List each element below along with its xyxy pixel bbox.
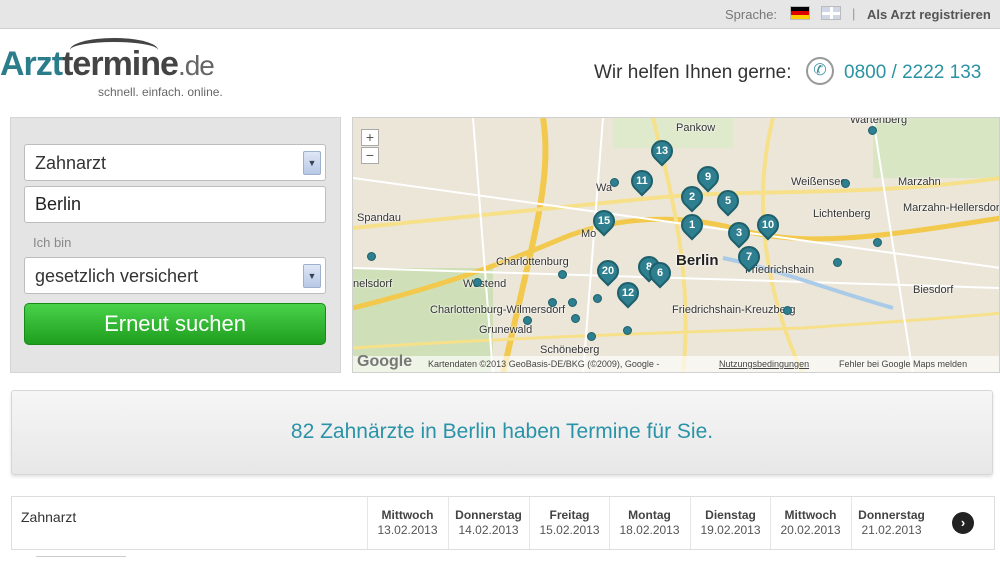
map-marker-dot[interactable] [548, 298, 557, 307]
specialty-value: Zahnarzt [35, 153, 107, 173]
zoom-in-button[interactable]: + [361, 129, 379, 146]
google-logo[interactable]: Google [357, 353, 412, 371]
logo-part1: Arzt [0, 45, 63, 83]
map-place: Weißensee [791, 176, 847, 188]
map-marker-dot[interactable] [833, 258, 842, 267]
search-button[interactable]: Erneut suchen [24, 303, 326, 345]
map-marker-dot[interactable] [841, 179, 850, 188]
chevron-down-icon[interactable]: ▼ [303, 151, 321, 175]
map-marker-dot[interactable] [473, 278, 482, 287]
map-attribution: Kartendaten ©2013 GeoBasis-DE/BKG (©2009… [428, 359, 660, 369]
day-column: Freitag 15.02.2013 [529, 497, 609, 549]
day-column: Dienstag 19.02.2013 [690, 497, 770, 549]
search-panel: Zahnarzt ▼ Ich bin gesetzlich versichert… [10, 117, 341, 373]
map-place: Pankow [676, 122, 716, 134]
map-marker-dot[interactable] [623, 326, 632, 335]
day-column: Mittwoch 20.02.2013 [770, 497, 850, 549]
map-place: Friedrichshain-Kreuzberg [672, 304, 796, 316]
day-column: Mittwoch 13.02.2013 [367, 497, 447, 549]
map-place: Marzahn-Hellersdorf [903, 202, 1000, 214]
top-bar: Sprache: | Als Arzt registrieren [0, 0, 1000, 29]
day-column: Donnerstag 21.02.2013 [851, 497, 931, 549]
map-place: Schöneberg [540, 344, 600, 356]
english-flag-icon[interactable] [821, 6, 841, 20]
phone-icon: ✆ [806, 57, 834, 85]
help-text: Wir helfen Ihnen gerne: [594, 62, 792, 83]
map-marker-dot[interactable] [568, 298, 577, 307]
results-banner: 82 Zahnärzte in Berlin haben Termine für… [11, 390, 993, 475]
map-place: Marzahn [898, 176, 941, 188]
map-place: Spandau [357, 212, 402, 224]
map-report-link[interactable]: Fehler bei Google Maps melden [839, 359, 967, 369]
german-flag-icon[interactable] [790, 6, 810, 20]
separator: | [852, 6, 856, 21]
map-place: nelsdorf [353, 278, 393, 290]
map-marker-dot[interactable] [873, 238, 882, 247]
map-marker-dot[interactable] [868, 126, 877, 135]
map-footer: Google Kartendaten ©2013 GeoBasis-DE/BKG… [353, 353, 999, 372]
result-row-stub [36, 556, 126, 562]
language-label: Sprache: [725, 7, 778, 22]
map-place: Charlottenburg [496, 256, 569, 268]
map-place: Grunewald [479, 324, 533, 336]
day-column: Donnerstag 14.02.2013 [448, 497, 528, 549]
results-summary: 82 Zahnärzte in Berlin haben Termine für… [290, 420, 714, 443]
phone-number[interactable]: 0800 / 2222 133 [844, 62, 981, 84]
arrow-right-icon[interactable]: › [952, 512, 974, 534]
map-place: Westend [463, 278, 507, 290]
map-marker-dot[interactable] [593, 294, 602, 303]
map-marker-dot[interactable] [587, 332, 596, 341]
register-doctor-link[interactable]: Als Arzt registrieren [867, 7, 991, 22]
insurance-select[interactable]: gesetzlich versichert ▼ [24, 257, 326, 294]
map-roads [353, 118, 999, 372]
map-place-berlin: Berlin [676, 252, 719, 269]
map[interactable]: + − Pankow Weißensee Marzahn Marzahn-Hel… [352, 117, 1000, 373]
day-column: Montag 18.02.2013 [609, 497, 689, 549]
map-place: Lichtenberg [813, 208, 871, 220]
logo-tagline: schnell. einfach. online. [98, 85, 223, 99]
schedule-row-label: Zahnarzt [21, 509, 77, 525]
logo-tld: .de [177, 50, 215, 81]
map-marker-dot[interactable] [523, 316, 532, 325]
zoom-out-button[interactable]: − [361, 147, 379, 164]
map-marker-dot[interactable] [783, 306, 792, 315]
map-marker-dot[interactable] [610, 178, 619, 187]
insurance-value: gesetzlich versichert [35, 266, 199, 286]
map-terms-link[interactable]: Nutzungsbedingungen [719, 359, 809, 369]
chevron-down-icon[interactable]: ▼ [303, 264, 321, 288]
city-input[interactable] [24, 186, 326, 223]
map-marker-dot[interactable] [367, 252, 376, 261]
insurance-label: Ich bin [33, 235, 72, 250]
map-place: Charlottenburg-Wilmersdorf [430, 304, 566, 316]
map-place: Wartenberg [850, 117, 908, 126]
map-marker-dot[interactable] [558, 270, 567, 279]
specialty-select[interactable]: Zahnarzt ▼ [24, 144, 326, 181]
logo-arc-icon [70, 38, 158, 62]
map-place: Mo [581, 228, 597, 240]
site-logo[interactable]: Arzttermine.de schnell. einfach. online. [0, 38, 223, 99]
map-marker-dot[interactable] [571, 314, 580, 323]
map-place: Biesdorf [913, 284, 954, 296]
schedule-header: Zahnarzt Mittwoch 13.02.2013 Donnerstag 14… [11, 496, 995, 550]
